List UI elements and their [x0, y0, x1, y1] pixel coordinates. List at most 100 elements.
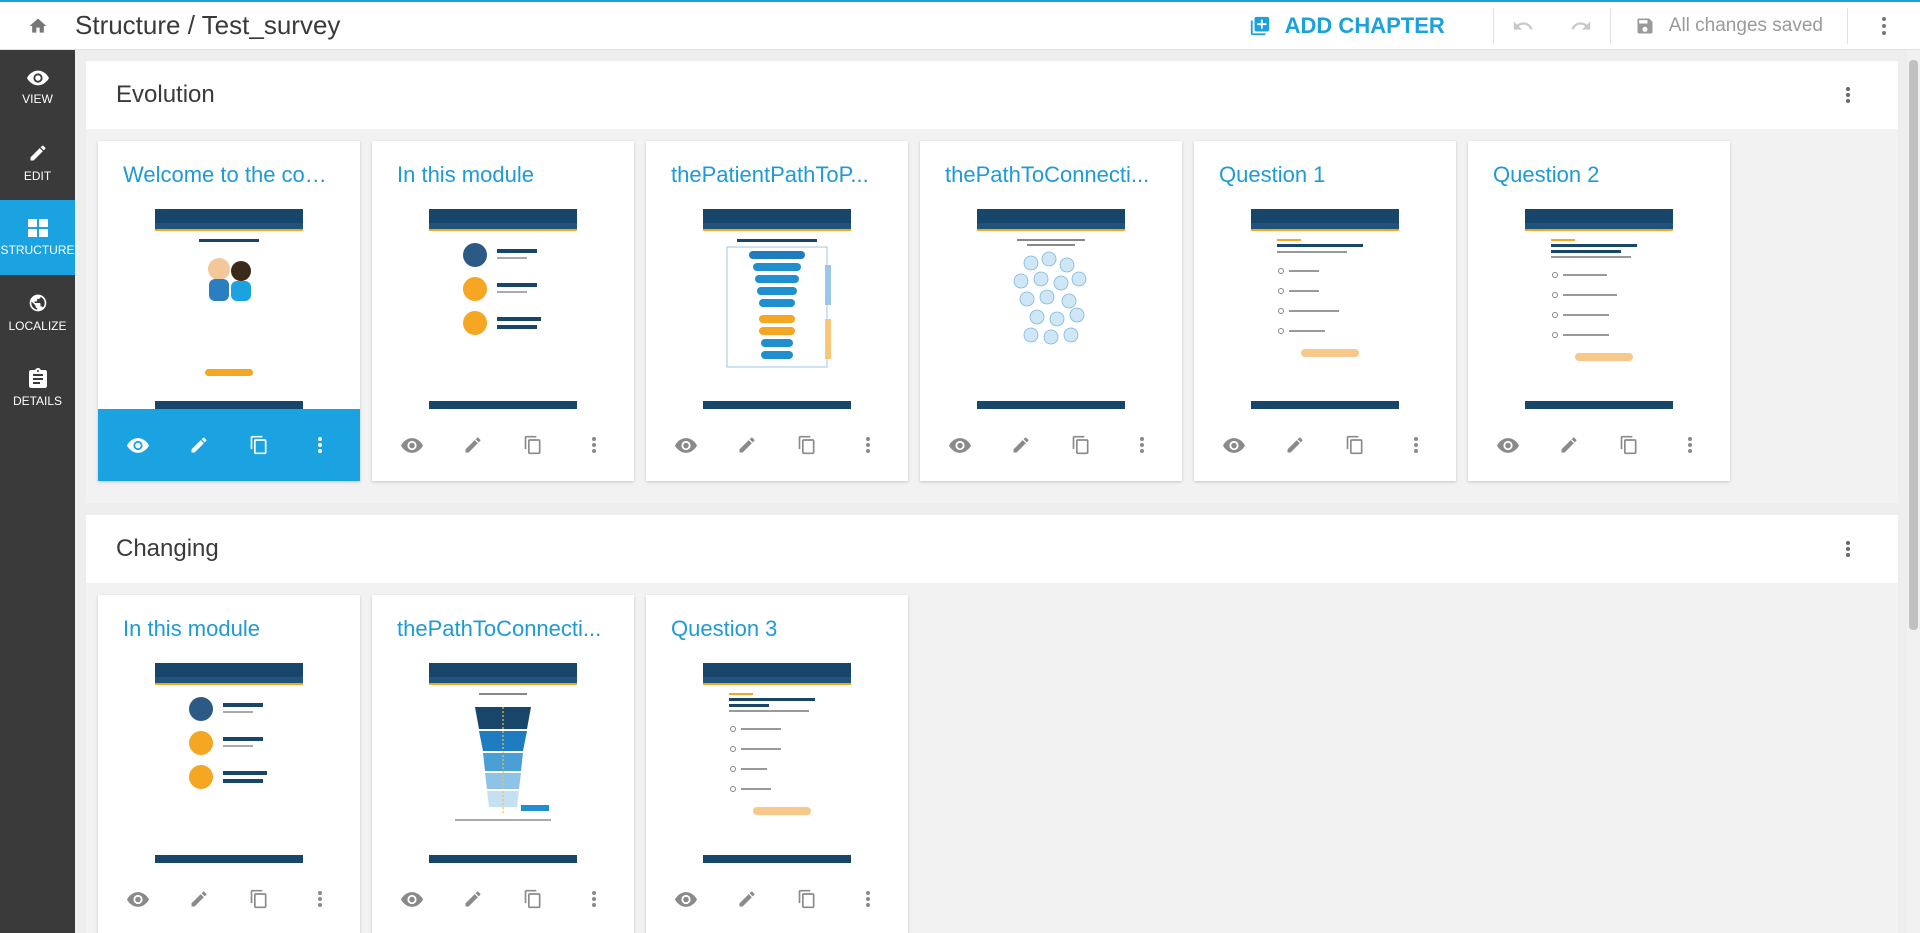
- page-card-actions: [1468, 409, 1730, 481]
- page-more-button[interactable]: [1670, 425, 1710, 465]
- pencil-icon: [465, 891, 481, 907]
- more-vert-icon: [865, 891, 870, 907]
- page-card-actions: [1194, 409, 1456, 481]
- duplicate-button[interactable]: [787, 879, 827, 919]
- page-card[interactable]: thePathToConnecti...: [920, 141, 1182, 481]
- undo-button[interactable]: [1494, 2, 1552, 50]
- edit-button[interactable]: [1001, 425, 1041, 465]
- edit-button[interactable]: [727, 425, 767, 465]
- page-more-button[interactable]: [574, 425, 614, 465]
- page-card[interactable]: Question 2: [1468, 141, 1730, 481]
- page-more-button[interactable]: [300, 879, 340, 919]
- duplicate-button[interactable]: [513, 425, 553, 465]
- top-bar: Structure / Test_survey ADD CHAPTER All …: [0, 0, 1920, 50]
- sidebar-item-details[interactable]: DETAILS: [0, 350, 75, 425]
- duplicate-button[interactable]: [1061, 425, 1101, 465]
- preview-button[interactable]: [1488, 425, 1528, 465]
- page-thumbnail[interactable]: [977, 209, 1125, 409]
- sidebar-item-localize[interactable]: LOCALIZE: [0, 275, 75, 350]
- duplicate-button[interactable]: [1335, 425, 1375, 465]
- scrollbar-thumb[interactable]: [1909, 60, 1918, 630]
- page-more-button[interactable]: [1396, 425, 1436, 465]
- preview-button[interactable]: [392, 879, 432, 919]
- page-card[interactable]: thePathToConnecti...: [372, 595, 634, 933]
- sidebar-item-label: DETAILS: [12, 393, 63, 408]
- pencil-icon: [191, 437, 207, 453]
- preview-button[interactable]: [940, 425, 980, 465]
- page-card[interactable]: Question 1: [1194, 141, 1456, 481]
- sidebar-item-edit[interactable]: EDIT: [0, 125, 75, 200]
- page-thumbnail[interactable]: [155, 663, 303, 863]
- edit-button[interactable]: [1275, 425, 1315, 465]
- page-card-title[interactable]: In this module: [98, 595, 360, 663]
- page-more-button[interactable]: [1122, 425, 1162, 465]
- edit-button[interactable]: [453, 425, 493, 465]
- preview-button[interactable]: [666, 879, 706, 919]
- page-card-title[interactable]: In this module: [372, 141, 634, 209]
- add-box-icon: [1250, 16, 1269, 35]
- duplicate-button[interactable]: [513, 879, 553, 919]
- preview-button[interactable]: [118, 425, 158, 465]
- add-chapter-button[interactable]: ADD CHAPTER: [1249, 13, 1445, 39]
- page-card[interactable]: Question 3: [646, 595, 908, 933]
- eye-icon: [1497, 437, 1520, 453]
- pencil-icon: [1287, 437, 1303, 453]
- edit-button[interactable]: [453, 879, 493, 919]
- page-card[interactable]: thePatientPathToP...: [646, 141, 908, 481]
- chapter-title: Changing: [116, 535, 219, 562]
- globe-icon: [29, 294, 46, 311]
- eye-icon: [675, 891, 698, 907]
- redo-button[interactable]: [1552, 2, 1610, 50]
- page-more-button[interactable]: [574, 879, 614, 919]
- page-cards: In this module thePathToConnecti... Ques…: [86, 583, 1898, 933]
- eye-icon: [949, 437, 972, 453]
- sidebar-item-label: EDIT: [23, 168, 52, 183]
- eye-icon: [1223, 437, 1246, 453]
- dashboard-icon: [27, 218, 48, 237]
- chapter-more-button[interactable]: [1828, 529, 1868, 569]
- eye-icon: [401, 437, 424, 453]
- page-card-title[interactable]: Question 3: [646, 595, 908, 663]
- page-card-title[interactable]: Welcome to the cou...: [98, 141, 360, 209]
- edit-button[interactable]: [179, 879, 219, 919]
- sidebar-item-structure[interactable]: STRUCTURE: [0, 200, 75, 275]
- home-button[interactable]: [0, 2, 75, 50]
- page-thumbnail[interactable]: [429, 209, 577, 409]
- duplicate-button[interactable]: [1609, 425, 1649, 465]
- home-icon: [29, 18, 46, 33]
- page-card-title[interactable]: thePathToConnecti...: [372, 595, 634, 663]
- page-card-title[interactable]: thePathToConnecti...: [920, 141, 1182, 209]
- page-card-title[interactable]: Question 2: [1468, 141, 1730, 209]
- edit-button[interactable]: [1549, 425, 1589, 465]
- chapter-title: Evolution: [116, 81, 215, 108]
- page-card-title[interactable]: Question 1: [1194, 141, 1456, 209]
- page-more-button[interactable]: [848, 879, 888, 919]
- page-thumbnail[interactable]: [703, 209, 851, 409]
- sidebar-item-label: VIEW: [22, 91, 53, 106]
- page-thumbnail[interactable]: [1525, 209, 1673, 409]
- page-card[interactable]: Welcome to the cou...: [98, 141, 360, 481]
- edit-button[interactable]: [727, 879, 767, 919]
- page-thumbnail[interactable]: [155, 209, 303, 409]
- page-more-button[interactable]: [300, 425, 340, 465]
- preview-button[interactable]: [118, 879, 158, 919]
- edit-button[interactable]: [179, 425, 219, 465]
- duplicate-button[interactable]: [239, 879, 279, 919]
- preview-button[interactable]: [1214, 425, 1254, 465]
- more-options-button[interactable]: [1848, 2, 1920, 50]
- sidebar-item-view[interactable]: VIEW: [0, 50, 75, 125]
- preview-button[interactable]: [392, 425, 432, 465]
- duplicate-button[interactable]: [239, 425, 279, 465]
- chapter-more-button[interactable]: [1828, 75, 1868, 115]
- page-more-button[interactable]: [848, 425, 888, 465]
- page-thumbnail[interactable]: [703, 663, 851, 863]
- page-card[interactable]: In this module: [98, 595, 360, 933]
- page-thumbnail[interactable]: [1251, 209, 1399, 409]
- page-thumbnail[interactable]: [429, 663, 577, 863]
- page-card-title[interactable]: thePatientPathToP...: [646, 141, 908, 209]
- page-card[interactable]: In this module: [372, 141, 634, 481]
- sidebar-item-label: STRUCTURE: [0, 242, 75, 257]
- preview-button[interactable]: [666, 425, 706, 465]
- duplicate-button[interactable]: [787, 425, 827, 465]
- more-vert-icon: [317, 437, 322, 453]
